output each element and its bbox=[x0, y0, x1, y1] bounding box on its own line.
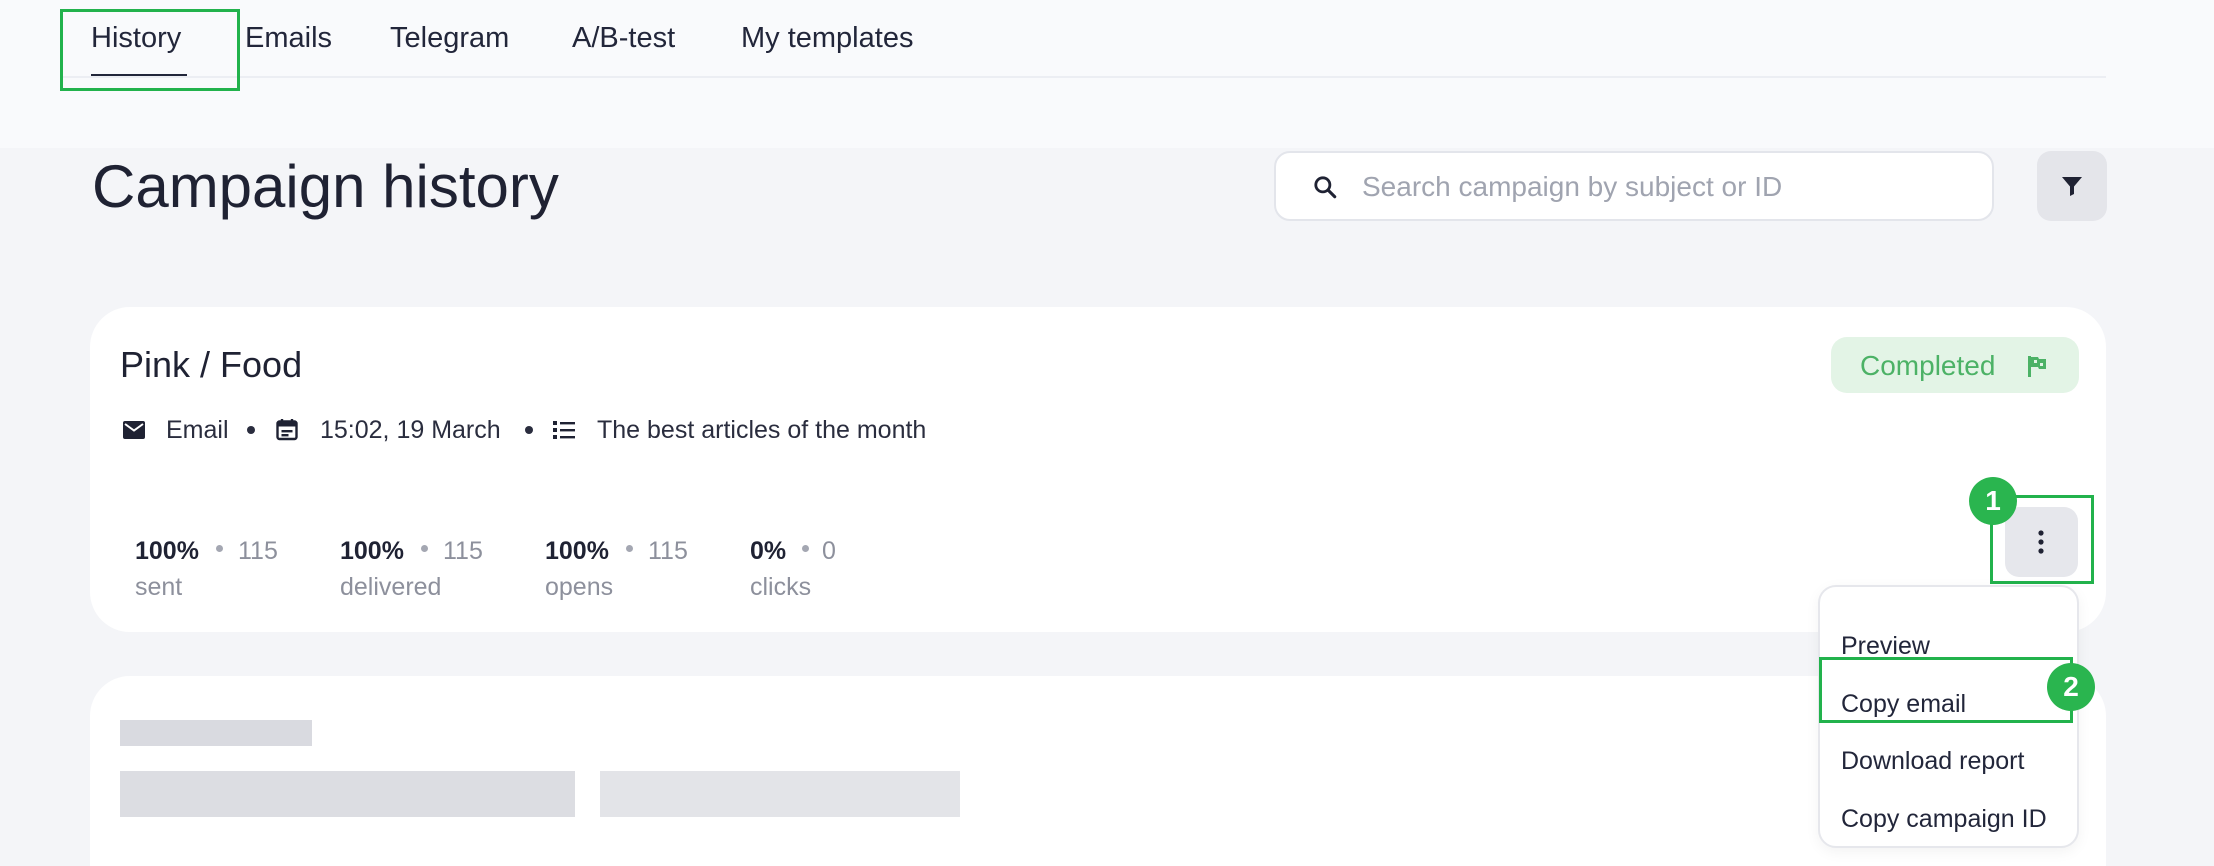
menu-item-copy-campaign-id[interactable]: Copy campaign ID bbox=[1841, 805, 2047, 834]
stat-sent-percent: 100% bbox=[135, 537, 199, 565]
calendar-icon bbox=[276, 419, 298, 441]
search-box[interactable] bbox=[1274, 151, 1994, 221]
top-bar bbox=[0, 0, 2214, 148]
envelope-icon bbox=[123, 421, 145, 439]
blurred-text bbox=[120, 771, 575, 817]
stat-clicks-percent: 0% bbox=[750, 537, 787, 565]
tab-emails[interactable]: Emails bbox=[245, 22, 332, 55]
filter-icon bbox=[2062, 177, 2082, 196]
stat-opens-label: opens bbox=[545, 573, 614, 601]
stat-clicks-count: 0 bbox=[822, 537, 836, 565]
blurred-text bbox=[600, 771, 960, 817]
stat-sent-label: sent bbox=[135, 573, 183, 601]
meta-separator bbox=[247, 426, 255, 434]
meta-channel: Email bbox=[166, 416, 229, 444]
callout-badge-1: 1 bbox=[1969, 477, 2017, 525]
blurred-text bbox=[120, 720, 312, 746]
status-text: Completed bbox=[1860, 350, 1996, 381]
stat-clicks-label: clicks bbox=[750, 573, 812, 601]
stat-delivered-label: delivered bbox=[340, 573, 442, 601]
callout-badge-2: 2 bbox=[2047, 663, 2095, 711]
menu-item-download-report[interactable]: Download report bbox=[1841, 747, 2024, 776]
stat-opens-percent: 100% bbox=[545, 537, 609, 565]
stat-separator bbox=[216, 545, 223, 552]
tab-ab-test[interactable]: A/B-test bbox=[572, 22, 675, 55]
stat-opens-count: 115 bbox=[648, 537, 688, 565]
highlight-copy-email bbox=[1819, 657, 2073, 723]
meta-separator bbox=[525, 426, 533, 434]
tabs-bar bbox=[60, 0, 2106, 78]
meta-list: The best articles of the month bbox=[597, 416, 927, 444]
flag-icon bbox=[2028, 356, 2046, 377]
filter-button[interactable] bbox=[2037, 151, 2107, 221]
stat-delivered-percent: 100% bbox=[340, 537, 404, 565]
highlight-history-tab bbox=[60, 9, 240, 91]
stat-separator bbox=[626, 545, 633, 552]
meta-datetime: 15:02, 19 March bbox=[320, 416, 501, 444]
stat-separator bbox=[421, 545, 428, 552]
page-title: Campaign history bbox=[92, 153, 559, 220]
list-icon bbox=[553, 421, 575, 439]
search-input[interactable] bbox=[1362, 163, 1962, 211]
stat-separator bbox=[802, 545, 809, 552]
stat-delivered-count: 115 bbox=[443, 537, 483, 565]
stat-sent-count: 115 bbox=[238, 537, 278, 565]
status-badge: Completed bbox=[1831, 337, 2079, 393]
search-icon bbox=[1314, 176, 1337, 199]
tab-telegram[interactable]: Telegram bbox=[390, 22, 509, 55]
tab-my-templates[interactable]: My templates bbox=[741, 22, 913, 55]
campaign-name[interactable]: Pink / Food bbox=[120, 344, 302, 386]
